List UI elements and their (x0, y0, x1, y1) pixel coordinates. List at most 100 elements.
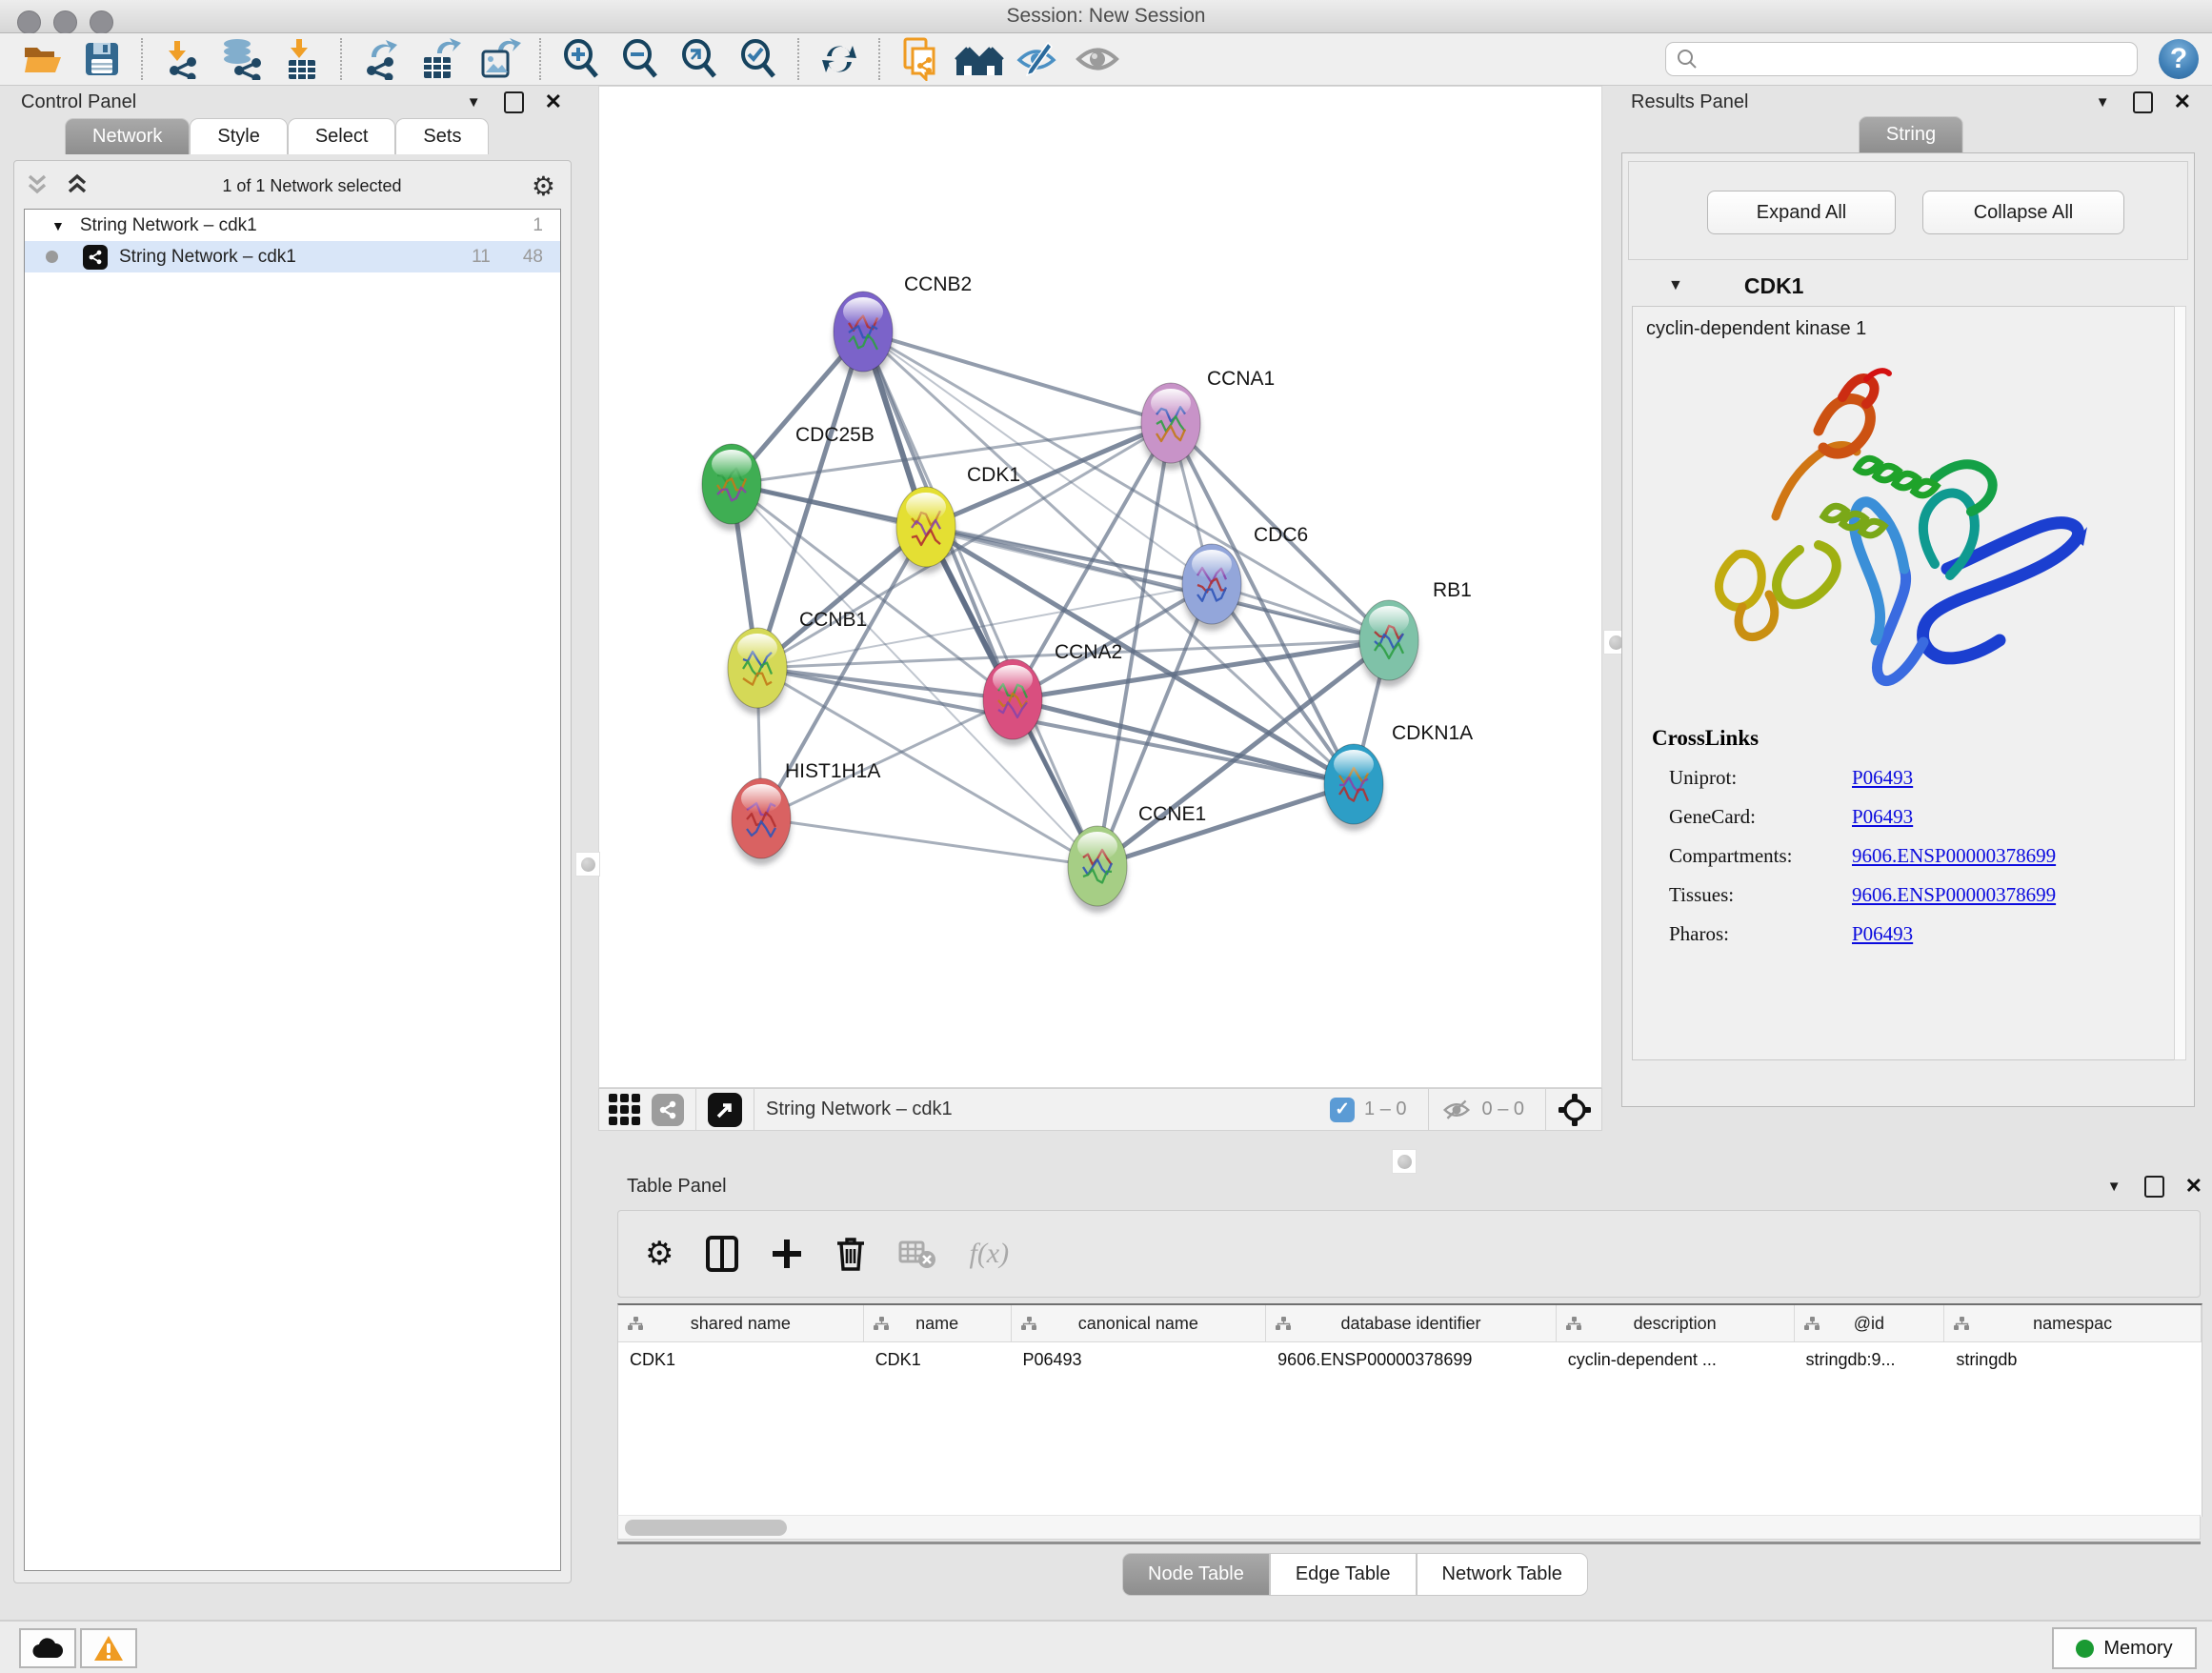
expand-all-button[interactable]: Expand All (1707, 191, 1896, 234)
network-options-gear-icon[interactable]: ⚙ (532, 171, 555, 202)
network-edge-ccnb1-ccna1[interactable] (757, 423, 1171, 668)
table-cell[interactable]: P06493 (1012, 1342, 1267, 1377)
cloud-status-button[interactable] (19, 1628, 76, 1668)
network-node-cdkn1a[interactable] (1324, 744, 1383, 831)
crosslink-link[interactable]: P06493 (1852, 766, 1913, 790)
zoom-out-button[interactable] (611, 37, 670, 81)
function-builder-icon[interactable]: f(x) (969, 1238, 1009, 1270)
tab-edge-table[interactable]: Edge Table (1270, 1553, 1417, 1596)
network-edge-ccne1-hist1h1a[interactable] (761, 818, 1097, 866)
panel-menu-icon[interactable]: ▼ (2096, 94, 2110, 111)
table-cell[interactable]: CDK1 (618, 1342, 864, 1377)
table-hscrollbar[interactable] (617, 1515, 2201, 1540)
tab-string[interactable]: String (1859, 116, 1963, 152)
network-node-ccna2[interactable] (983, 659, 1042, 746)
expand-all-icon[interactable] (64, 172, 92, 199)
tab-style[interactable]: Style (190, 118, 287, 154)
panel-close-icon[interactable]: ✕ (545, 90, 562, 114)
network-node-ccnb2[interactable] (834, 292, 893, 378)
panel-close-icon[interactable]: ✕ (2185, 1174, 2202, 1199)
search-input[interactable] (1699, 44, 2137, 74)
birdseye-view-icon[interactable] (708, 1093, 742, 1127)
network-node-ccna1[interactable] (1141, 383, 1200, 470)
help-button[interactable]: ? (2159, 39, 2199, 79)
network-edge-ccnb2-rb1[interactable] (863, 332, 1389, 640)
search-box[interactable] (1665, 42, 2138, 76)
warnings-button[interactable] (80, 1628, 137, 1668)
column-header-shared-name[interactable]: shared name (618, 1305, 864, 1341)
panel-menu-icon[interactable]: ▼ (2107, 1179, 2122, 1195)
save-session-button[interactable] (72, 37, 131, 81)
network-node-cdc25b[interactable] (702, 444, 761, 531)
grid-mode-icon[interactable] (609, 1094, 640, 1125)
tab-node-table[interactable]: Node Table (1122, 1553, 1270, 1596)
network-edge-ccnb2-ccna1[interactable] (863, 332, 1171, 423)
table-cell[interactable]: stringdb (1944, 1342, 2202, 1377)
refresh-view-button[interactable] (810, 37, 869, 81)
export-table-button[interactable] (412, 37, 471, 81)
table-cell[interactable]: 9606.ENSP00000378699 (1266, 1342, 1557, 1377)
left-splitter-handle[interactable] (575, 852, 600, 877)
crosslink-link[interactable]: P06493 (1852, 922, 1913, 946)
panel-close-icon[interactable]: ✕ (2174, 90, 2191, 114)
table-row[interactable]: CDK1CDK1P064939606.ENSP00000378699cyclin… (618, 1342, 2202, 1377)
section-collapse-icon[interactable]: ▼ (1668, 277, 1683, 294)
collapse-all-button[interactable]: Collapse All (1922, 191, 2124, 234)
column-header-name[interactable]: name (864, 1305, 1012, 1341)
network-edge-cdc6-cdc25b[interactable] (732, 484, 1212, 584)
zoom-selected-button[interactable] (729, 37, 788, 81)
enhance-labels-button[interactable] (1009, 37, 1068, 81)
network-collection-row[interactable]: ▼ String Network – cdk1 1 (25, 210, 560, 241)
network-canvas[interactable]: CCNB2CCNA1CDC25BCDK1CDC6RB1CCNB1CCNA2CDK… (598, 86, 1602, 1088)
selected-checkbox[interactable]: ✓ (1330, 1098, 1355, 1122)
network-node-cdc6[interactable] (1182, 544, 1241, 631)
column-header-description[interactable]: description (1557, 1305, 1795, 1341)
import-table-button[interactable] (271, 37, 331, 81)
horizontal-splitter-handle[interactable] (1392, 1149, 1417, 1174)
tab-sets[interactable]: Sets (395, 118, 489, 154)
column-header-database-identifier[interactable]: database identifier (1266, 1305, 1557, 1341)
column-header-namespac[interactable]: namespac (1944, 1305, 2202, 1341)
network-overview-icon[interactable] (652, 1094, 684, 1126)
fit-content-button[interactable] (670, 37, 729, 81)
import-network-file-button[interactable] (153, 37, 212, 81)
panel-menu-icon[interactable]: ▼ (467, 94, 481, 111)
network-node-rb1[interactable] (1359, 600, 1418, 687)
copy-documents-button[interactable] (891, 37, 950, 81)
show-columns-icon[interactable] (706, 1236, 738, 1272)
crosslink-link[interactable]: 9606.ENSP00000378699 (1852, 844, 2056, 868)
table-cell[interactable]: cyclin-dependent ... (1557, 1342, 1795, 1377)
string-home-button[interactable] (950, 37, 1009, 81)
delete-column-icon[interactable] (835, 1236, 866, 1272)
show-hide-button[interactable] (1068, 37, 1127, 81)
network-edge-ccna2-hist1h1a[interactable] (761, 699, 1013, 818)
table-cell[interactable]: CDK1 (864, 1342, 1012, 1377)
network-edge-ccne1-cdkn1a[interactable] (1097, 784, 1354, 866)
add-column-icon[interactable] (771, 1238, 803, 1270)
panel-float-icon[interactable] (504, 91, 524, 113)
import-network-database-button[interactable] (212, 37, 271, 81)
network-node-cdk1[interactable] (896, 487, 955, 574)
zoom-in-button[interactable] (552, 37, 611, 81)
open-session-button[interactable] (13, 37, 72, 81)
tree-expand-icon[interactable]: ▼ (51, 218, 65, 233)
tab-select[interactable]: Select (288, 118, 396, 154)
crosshair-icon[interactable] (1558, 1093, 1592, 1127)
memory-button[interactable]: Memory (2052, 1627, 2197, 1669)
export-image-button[interactable] (471, 37, 530, 81)
network-row-selected[interactable]: String Network – cdk1 11 48 (25, 241, 560, 272)
results-scrollbar[interactable] (2174, 306, 2186, 1060)
table-options-gear-icon[interactable]: ⚙ (645, 1235, 674, 1273)
table-cell[interactable]: stringdb:9... (1795, 1342, 1945, 1377)
delete-table-icon[interactable] (898, 1239, 936, 1269)
network-node-hist1h1a[interactable] (732, 778, 791, 865)
crosslink-link[interactable]: 9606.ENSP00000378699 (1852, 883, 2056, 907)
collapse-all-icon[interactable] (24, 172, 52, 199)
network-edge-ccnb2-ccne1[interactable] (863, 332, 1097, 866)
tab-network[interactable]: Network (65, 118, 190, 154)
table-hscrollbar-thumb[interactable] (625, 1520, 787, 1536)
panel-float-icon[interactable] (2133, 91, 2153, 113)
column-header--id[interactable]: @id (1795, 1305, 1945, 1341)
export-network-button[interactable] (352, 37, 412, 81)
network-node-ccnb1[interactable] (728, 628, 787, 715)
